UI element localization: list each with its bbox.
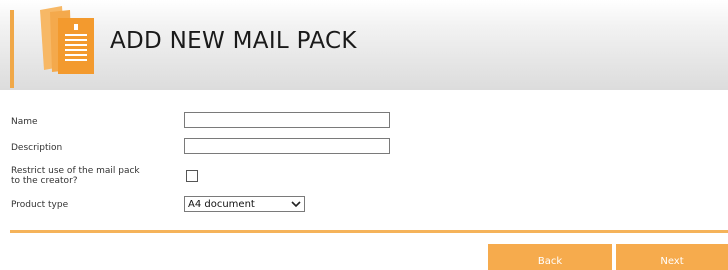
back-button-label: Back bbox=[537, 256, 563, 267]
product-type-label: Product type bbox=[11, 200, 69, 210]
restrict-label-line2: to the creator? bbox=[11, 176, 78, 186]
description-input[interactable] bbox=[184, 138, 390, 154]
mail-pack-icon bbox=[40, 6, 94, 74]
chevron-down-icon bbox=[291, 201, 301, 208]
product-type-selected-value: A4 document bbox=[188, 199, 255, 210]
form-divider bbox=[10, 230, 728, 233]
page-title: ADD NEW MAIL PACK bbox=[110, 28, 357, 54]
name-input[interactable] bbox=[184, 112, 390, 128]
name-label: Name bbox=[11, 117, 38, 127]
add-mail-pack-page: ADD NEW MAIL PACK Name Description Restr… bbox=[0, 0, 728, 270]
restrict-label-line1: Restrict use of the mail pack bbox=[11, 166, 140, 176]
next-button-label: Next bbox=[660, 256, 684, 267]
description-label: Description bbox=[11, 143, 63, 153]
product-type-select[interactable]: A4 document bbox=[184, 196, 305, 212]
header-accent-stripe bbox=[10, 10, 14, 88]
page-header: ADD NEW MAIL PACK bbox=[0, 0, 728, 90]
next-button[interactable]: Next bbox=[616, 244, 728, 270]
back-button[interactable]: Back bbox=[488, 244, 612, 270]
restrict-checkbox[interactable] bbox=[186, 170, 198, 182]
